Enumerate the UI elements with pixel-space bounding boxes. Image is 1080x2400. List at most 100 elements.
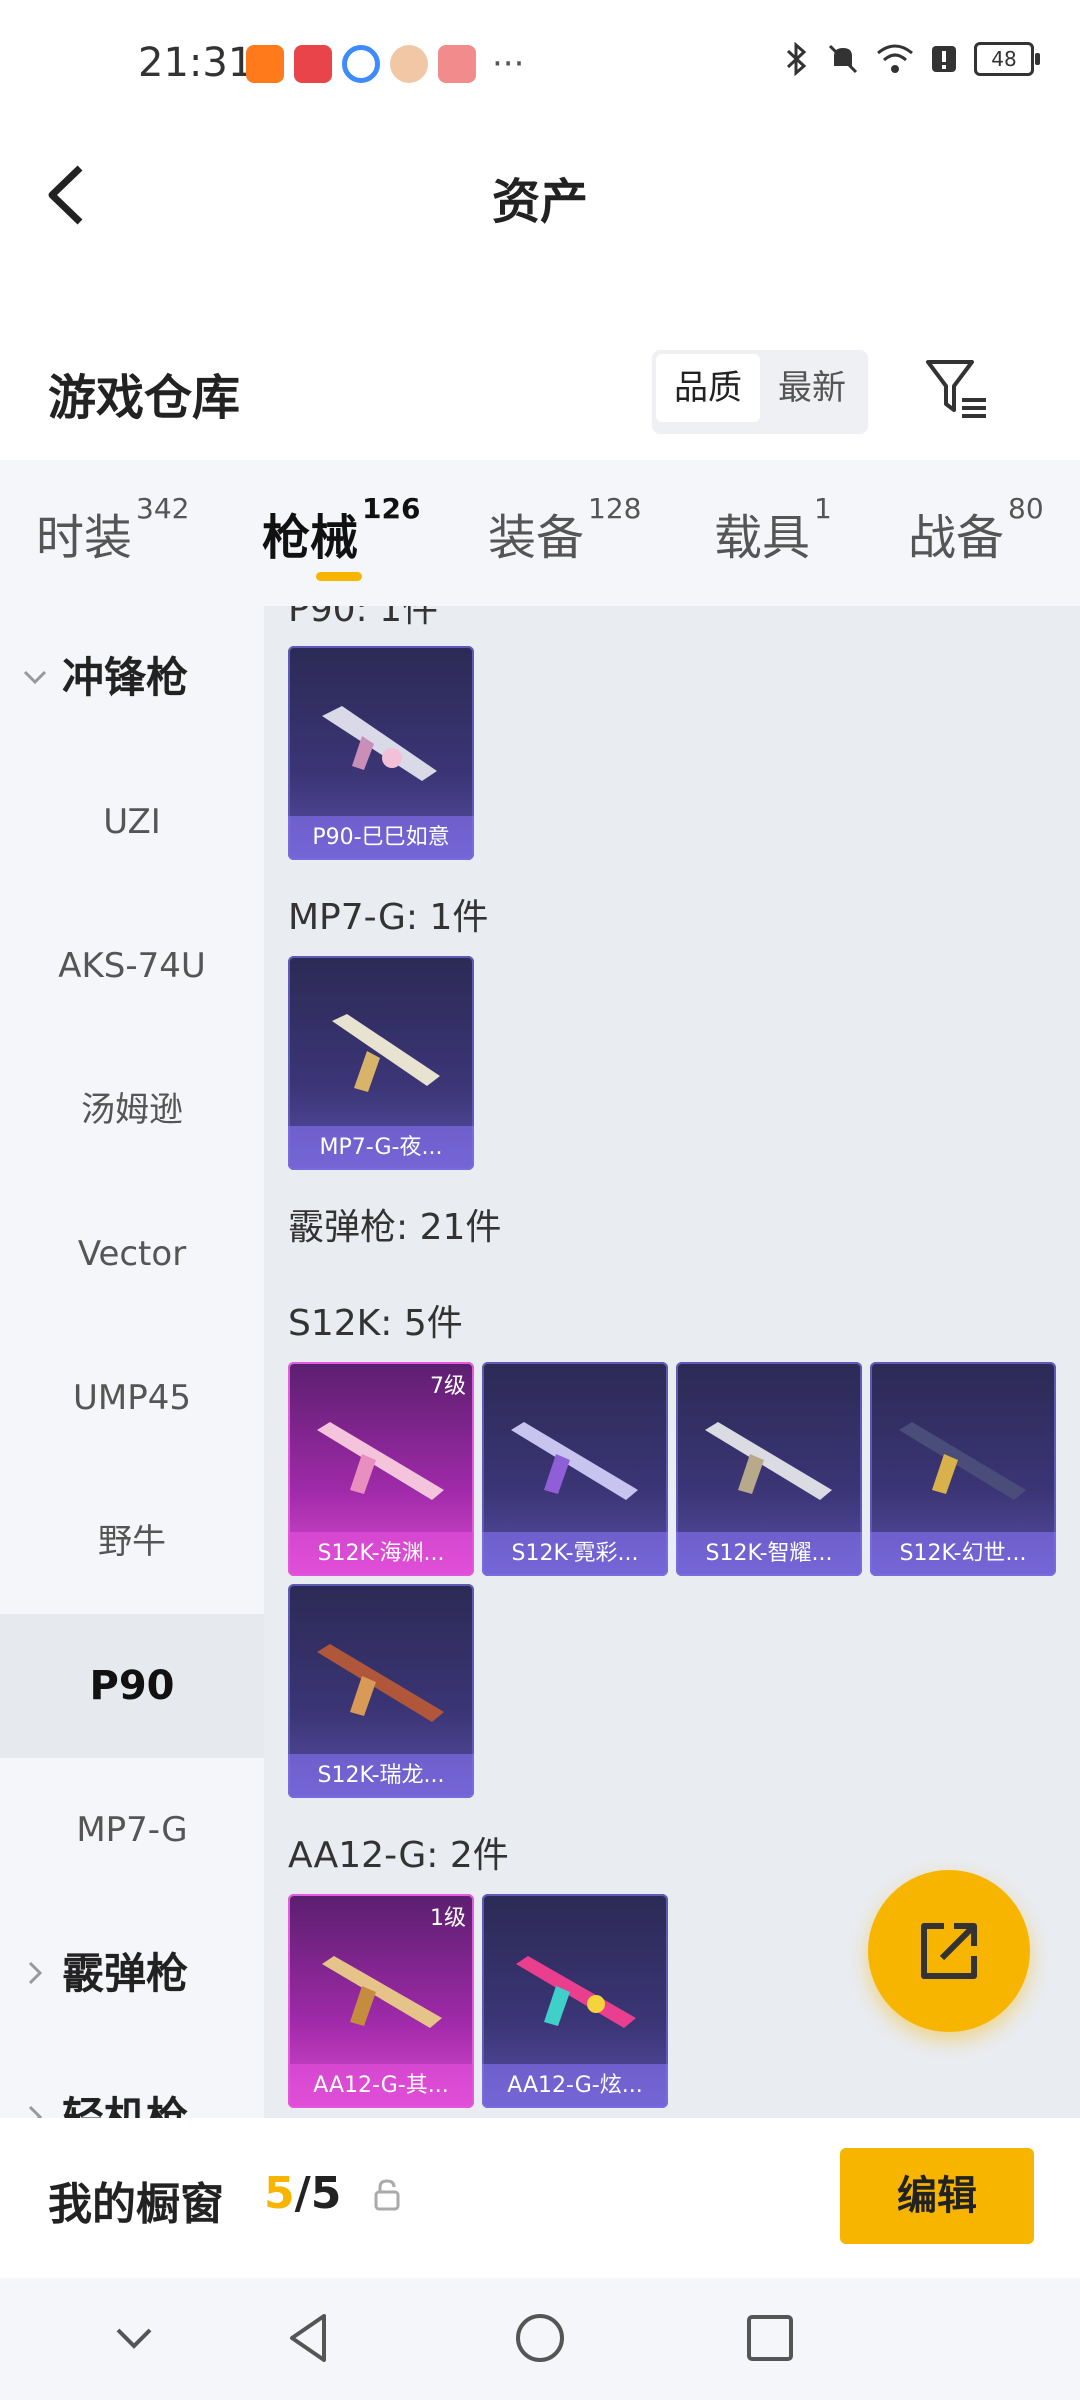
showcase-label: 我的橱窗	[48, 2179, 224, 2230]
back-triangle-icon[interactable]	[280, 2308, 340, 2368]
filter-icon[interactable]	[922, 354, 992, 424]
share-button[interactable]	[868, 1870, 1030, 2032]
chevron-down-icon	[23, 670, 47, 685]
sidebar-group-label: 冲锋枪	[62, 653, 189, 702]
notification-icons: ···	[246, 44, 524, 84]
sort-toggle: 品质 最新	[652, 350, 868, 434]
showcase-current: 5	[264, 2168, 295, 2219]
weapon-image	[317, 1644, 444, 1722]
chevron-right-icon	[28, 1961, 43, 1985]
app-notification-icon	[342, 45, 380, 83]
weapon-name: S12K-霓彩...	[482, 1532, 668, 1576]
sidebar-item-p90[interactable]: P90	[0, 1614, 264, 1758]
weapon-image	[511, 1422, 638, 1500]
bluetooth-icon	[786, 42, 807, 76]
showcase-bar: 我的橱窗 5/5 编辑	[0, 2118, 1080, 2278]
tab-vehicles[interactable]: 载具1	[714, 492, 832, 568]
weapon-card[interactable]: S12K-智耀...	[676, 1362, 862, 1576]
tab-supplies[interactable]: 战备80	[908, 492, 1044, 568]
tab-equipment[interactable]: 装备128	[488, 492, 641, 568]
tab-label: 时装	[36, 510, 133, 566]
status-time: 21:31	[138, 40, 254, 86]
home-circle-icon[interactable]	[510, 2308, 570, 2368]
weapon-image	[317, 1422, 444, 1500]
sort-latest-button[interactable]: 最新	[760, 354, 864, 422]
tab-label: 装备	[488, 510, 585, 566]
tab-fashion[interactable]: 时装342	[36, 492, 189, 568]
category-tabs: 时装342 枪械126 装备128 载具1 战备80	[0, 460, 1080, 606]
weapon-image	[322, 706, 437, 781]
app-notification-icon	[390, 45, 428, 83]
chevron-right-icon	[28, 2105, 43, 2118]
group-heading-shotguns: 霰弹枪: 21件	[288, 1207, 502, 1248]
repo-title: 游戏仓库	[48, 370, 241, 426]
weapon-name: S12K-幻世...	[870, 1532, 1056, 1576]
battery-icon: 48	[974, 42, 1040, 76]
sidebar-group-lmg[interactable]: 轻机枪	[0, 2046, 264, 2118]
header: 资产	[0, 130, 1080, 260]
sidebar-group-label: 轻机枪	[62, 2093, 189, 2118]
weapon-name: S12K-瑞龙...	[288, 1754, 474, 1798]
status-bar: 21:31 ··· 48	[0, 0, 1080, 130]
weapon-image	[705, 1422, 832, 1500]
tab-firearms[interactable]: 枪械126	[262, 492, 420, 568]
weapon-level-badge: 7级	[430, 1374, 466, 1399]
tab-count: 1	[814, 492, 832, 525]
sidebar-item-aks74u[interactable]: AKS-74U	[0, 894, 264, 1038]
hide-nav-chevron-icon[interactable]	[104, 2308, 164, 2368]
sidebar-group-smg[interactable]: 冲锋枪	[0, 606, 264, 750]
app-notification-icon	[246, 45, 284, 83]
weapon-card[interactable]: S12K-幻世...	[870, 1362, 1056, 1576]
system-nav-bar	[0, 2278, 1080, 2400]
sort-quality-button[interactable]: 品质	[656, 354, 760, 422]
more-notifications-icon: ···	[492, 44, 525, 84]
weapon-card[interactable]: AA12-G-炫...	[482, 1894, 668, 2108]
group-heading-s12k: S12K: 5件	[288, 1303, 463, 1344]
weapon-name: P90-巳巳如意	[288, 816, 474, 860]
group-heading-mp7g: MP7-G: 1件	[288, 897, 489, 938]
wifi-icon	[877, 44, 913, 73]
tab-count: 126	[362, 492, 421, 525]
sidebar-item-bizon[interactable]: 野牛	[0, 1470, 264, 1614]
sidebar-item-ump45[interactable]: UMP45	[0, 1326, 264, 1470]
tab-label: 枪械	[262, 510, 359, 566]
weapon-card[interactable]: P90-巳巳如意	[288, 646, 474, 860]
lock-icon	[374, 2179, 400, 2211]
sidebar-item-vector[interactable]: Vector	[0, 1182, 264, 1326]
edit-button[interactable]: 编辑	[840, 2148, 1034, 2244]
sidebar-group-label: 霰弹枪	[62, 1949, 189, 1998]
group-heading-aa12g: AA12-G: 2件	[288, 1835, 509, 1876]
weapon-name: AA12-G-其...	[288, 2064, 474, 2108]
tab-count: 80	[1008, 492, 1044, 525]
weapon-image	[516, 1956, 636, 2028]
weapon-card[interactable]: S12K-霓彩...	[482, 1362, 668, 1576]
sidebar-group-shotgun[interactable]: 霰弹枪	[0, 1902, 264, 2046]
page-title: 资产	[491, 174, 588, 230]
app-notification-icon	[438, 45, 476, 83]
weapon-image	[899, 1422, 1026, 1500]
weapon-level-badge: 1级	[430, 1906, 466, 1931]
weapon-card[interactable]: 1级 AA12-G-其...	[288, 1894, 474, 2108]
weapon-card[interactable]: S12K-瑞龙...	[288, 1584, 474, 1798]
weapon-name: S12K-海渊...	[288, 1532, 474, 1576]
weapon-card[interactable]: MP7-G-夜...	[288, 956, 474, 1170]
tab-count: 128	[588, 492, 642, 525]
weapon-card[interactable]: 7级 S12K-海渊...	[288, 1362, 474, 1576]
weapon-name: S12K-智耀...	[676, 1532, 862, 1576]
sidebar-item-mp7g[interactable]: MP7-G	[0, 1758, 264, 1902]
weapon-image	[322, 1956, 442, 2028]
weapon-name: AA12-G-炫...	[482, 2064, 668, 2108]
alert-icon	[932, 46, 956, 72]
showcase-total: /5	[294, 2168, 342, 2219]
tab-label: 战备	[908, 510, 1005, 566]
app-notification-icon	[294, 45, 332, 83]
sidebar-item-thompson[interactable]: 汤姆逊	[0, 1038, 264, 1182]
tab-count: 342	[136, 492, 190, 525]
sidebar-item-uzi[interactable]: UZI	[0, 750, 264, 894]
recents-square-icon[interactable]	[740, 2308, 800, 2368]
showcase-count: 5/5	[264, 2168, 341, 2219]
system-icons: 48	[784, 42, 1040, 76]
group-heading-p90: P90: 1件	[288, 606, 438, 630]
weapon-name: MP7-G-夜...	[288, 1126, 474, 1170]
repo-bar: 游戏仓库 品质 最新	[0, 320, 1080, 460]
